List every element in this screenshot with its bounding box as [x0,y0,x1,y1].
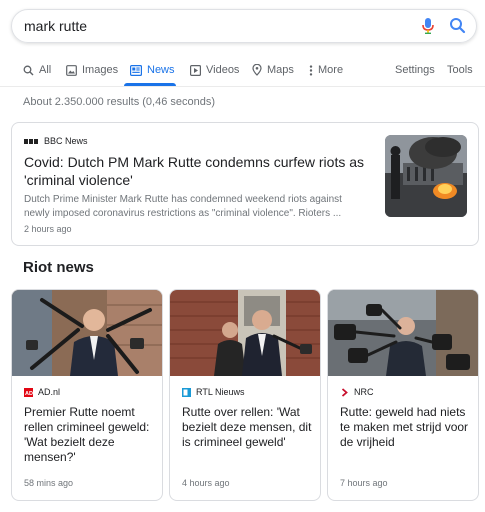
ad-logo-icon: AD [24,387,33,397]
headline-link[interactable]: Rutte over rellen: 'Wat bezielt deze men… [182,405,312,450]
search-input[interactable]: mark rutte [24,18,87,34]
tab-news[interactable]: News [130,62,175,78]
news-source: RTL Nieuws [182,387,245,397]
tab-label: All [39,64,52,76]
source-name: AD.nl [38,387,61,397]
settings-link[interactable]: Settings [395,62,435,78]
result-stats: About 2.350.000 results (0,46 seconds) [23,96,216,108]
tab-label: More [318,64,344,76]
map-pin-icon [252,64,262,76]
section-title: Riot news [23,259,94,276]
search-tabs: All Images News Videos Maps More Setting… [0,56,485,86]
headline-link[interactable]: Premier Rutte noemt rellen crimineel gew… [24,405,154,465]
tab-all[interactable]: All [23,62,51,78]
nrc-logo-icon [341,387,348,397]
microphone-icon[interactable] [421,17,435,40]
search-icon[interactable] [449,17,466,39]
search-bar[interactable]: mark rutte [11,9,477,43]
timestamp: 2 hours ago [24,224,72,234]
tab-label: Images [82,64,119,76]
news-source: NRC [340,387,374,397]
bbc-logo-icon [24,138,38,144]
tab-maps[interactable]: Maps [252,62,294,78]
source-name: BBC News [44,136,88,146]
play-icon [190,64,201,76]
tabs-divider [0,86,485,87]
tab-label: Maps [267,64,294,76]
news-card[interactable]: NRC Rutte: geweld had niets te maken met… [327,289,479,501]
tab-videos[interactable]: Videos [190,62,239,78]
article-thumbnail [170,290,320,376]
search-icon [23,65,34,75]
news-source: AD AD.nl [24,387,60,397]
timestamp: 4 hours ago [182,478,230,488]
newspaper-icon [130,64,142,76]
tab-images[interactable]: Images [66,62,118,78]
source-name: RTL Nieuws [196,387,245,397]
image-icon [66,64,77,76]
more-vert-icon [309,64,313,76]
article-snippet: Dutch Prime Minister Mark Rutte has cond… [24,194,342,219]
timestamp: 58 mins ago [24,478,74,488]
svg-text:AD: AD [25,391,33,397]
headline-link[interactable]: Rutte: geweld had niets te maken met str… [340,405,470,450]
rtl-logo-icon [182,387,191,397]
source-name: NRC [354,387,374,397]
headline-link[interactable]: Covid: Dutch PM Mark Rutte condemns curf… [24,153,364,189]
top-story-card[interactable]: BBC News Covid: Dutch PM Mark Rutte cond… [11,122,479,246]
news-source: BBC News [24,136,88,146]
news-card[interactable]: AD AD.nl Premier Rutte noemt rellen crim… [11,289,163,501]
article-thumbnail [12,290,162,376]
tab-label: News [147,64,175,76]
tab-label: Videos [206,64,240,76]
article-thumbnail [328,290,478,376]
tools-label: Tools [447,64,473,76]
timestamp: 7 hours ago [340,478,388,488]
article-thumbnail[interactable] [385,135,467,217]
tools-link[interactable]: Tools [447,62,473,78]
tab-more[interactable]: More [309,62,343,78]
settings-label: Settings [395,64,435,76]
news-card[interactable]: RTL Nieuws Rutte over rellen: 'Wat bezie… [169,289,321,501]
